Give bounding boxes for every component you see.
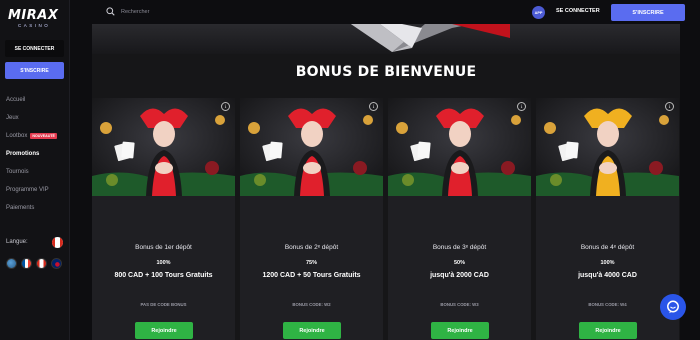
bonus-card-code: BONUS CODE: W2 — [292, 302, 331, 307]
bonus-card-percent: 100% — [600, 260, 615, 266]
bonus-card-code: BONUS CODE: W4 — [588, 302, 627, 307]
chat-button[interactable] — [660, 294, 686, 320]
app-root: MIRAX CASINO SE CONNECTER S'INSCRIRE Acc… — [0, 0, 700, 340]
sidebar-item-jeux[interactable]: Jeux — [6, 113, 57, 122]
info-icon[interactable]: i — [517, 102, 526, 111]
sidebar-item-promotions[interactable]: Promotions — [6, 149, 57, 158]
globe-flag-icon[interactable] — [6, 258, 17, 269]
bonus-card: i Bonus de 2ᵉ dépôt 75% 1200 CAD + 50 To… — [240, 98, 383, 340]
bonus-card-code: PAS DE CODE BONUS — [140, 302, 187, 307]
bonus-card-code: BONUS CODE: W3 — [440, 302, 479, 307]
sidebar-item-label: Tournois — [6, 168, 29, 175]
join-button[interactable]: Rejoindre — [283, 322, 341, 339]
bonus-card-image — [240, 98, 383, 196]
logo[interactable]: MIRAX CASINO — [6, 6, 61, 32]
sidebar-nav: Accueil Jeux Lootbox NOUVEAUTÉ Promotions… — [6, 95, 57, 221]
sidebar-item-label: Paiements — [6, 204, 35, 211]
jester-illustration — [536, 98, 679, 196]
bonus-card-image — [388, 98, 531, 196]
sidebar-item-tournois[interactable]: Tournois — [6, 167, 57, 176]
sidebar: MIRAX CASINO SE CONNECTER S'INSCRIRE Acc… — [0, 0, 70, 340]
jester-illustration — [92, 98, 235, 196]
app-badge[interactable]: APP — [532, 6, 545, 19]
chat-icon — [667, 300, 679, 314]
hero-banner — [92, 24, 680, 54]
sidebar-item-accueil[interactable]: Accueil — [6, 95, 57, 104]
bonus-card-title: Bonus de 3ᵉ dépôt — [432, 244, 487, 251]
language-selector[interactable]: Langue: — [6, 237, 63, 248]
france-flag-icon[interactable] — [21, 258, 32, 269]
bonus-card: i Bonus de 4ᵉ dépôt 100% jusqu'à 4000 CA… — [536, 98, 679, 340]
sidebar-signup-button[interactable]: S'INSCRIRE — [5, 62, 64, 79]
bonus-card: i Bonus de 3ᵉ dépôt 50% jusqu'à 2000 CAD… — [388, 98, 531, 340]
info-icon[interactable]: i — [369, 102, 378, 111]
jester-illustration — [240, 98, 383, 196]
bonus-card-title: Bonus de 2ᵉ dépôt — [284, 244, 339, 251]
join-button[interactable]: Rejoindre — [431, 322, 489, 339]
bonus-card-offer: 800 CAD + 100 Tours Gratuits — [114, 272, 213, 279]
top-login-button[interactable]: SE CONNECTER — [556, 8, 600, 14]
canada-flag-icon[interactable] — [36, 258, 47, 269]
jester-illustration — [388, 98, 531, 196]
canada-flag-icon — [52, 237, 63, 248]
bonus-card-image — [536, 98, 679, 196]
logo-tagline: CASINO — [18, 23, 51, 28]
logo-wordmark: MIRAX — [8, 8, 59, 23]
sidebar-item-lootbox[interactable]: Lootbox NOUVEAUTÉ — [6, 131, 57, 140]
sidebar-item-label: Accueil — [6, 96, 26, 103]
section-title: BONUS DE BIENVENUE — [295, 64, 477, 80]
search-icon[interactable] — [106, 7, 115, 16]
bonus-card-offer: jusqu'à 4000 CAD — [578, 272, 637, 279]
bonus-card: i Bonus de 1er dépôt 100% 800 CAD + 100 … — [92, 98, 235, 340]
hero-art-image — [350, 24, 510, 52]
sidebar-item-label: Lootbox — [6, 132, 28, 139]
flag-list — [6, 258, 62, 269]
bonus-card-title: Bonus de 4ᵉ dépôt — [580, 244, 635, 251]
bonus-card-offer: 1200 CAD + 50 Tours Gratuits — [262, 272, 361, 279]
bonus-card-percent: 100% — [156, 260, 171, 266]
bonus-card-offer: jusqu'à 2000 CAD — [430, 272, 489, 279]
bonus-card-image — [92, 98, 235, 196]
bonus-cards: i Bonus de 1er dépôt 100% 800 CAD + 100 … — [92, 98, 680, 340]
sidebar-item-label: Programme VIP — [6, 186, 49, 193]
sidebar-login-button[interactable]: SE CONNECTER — [5, 40, 64, 57]
bonus-card-percent: 75% — [305, 260, 317, 266]
top-signup-button[interactable]: S'INSCRIRE — [611, 4, 685, 21]
bonus-card-percent: 50% — [453, 260, 465, 266]
top-bar: APP SE CONNECTER S'INSCRIRE — [71, 0, 700, 24]
sidebar-item-vip[interactable]: Programme VIP — [6, 185, 57, 194]
main-content: BONUS DE BIENVENUE i Bonus de 1er dépôt — [92, 24, 680, 340]
sidebar-item-label: Jeux — [6, 114, 19, 121]
new-badge: NOUVEAUTÉ — [30, 132, 57, 139]
language-label: Langue: — [6, 239, 28, 245]
info-icon[interactable]: i — [221, 102, 230, 111]
sidebar-item-label: Promotions — [6, 150, 40, 157]
sidebar-item-paiements[interactable]: Paiements — [6, 203, 57, 212]
bonus-card-title: Bonus de 1er dépôt — [135, 244, 192, 251]
join-button[interactable]: Rejoindre — [135, 322, 193, 339]
join-button[interactable]: Rejoindre — [579, 322, 637, 339]
search-input[interactable] — [121, 6, 321, 18]
info-icon[interactable]: i — [665, 102, 674, 111]
uk-flag-icon[interactable] — [51, 258, 62, 269]
